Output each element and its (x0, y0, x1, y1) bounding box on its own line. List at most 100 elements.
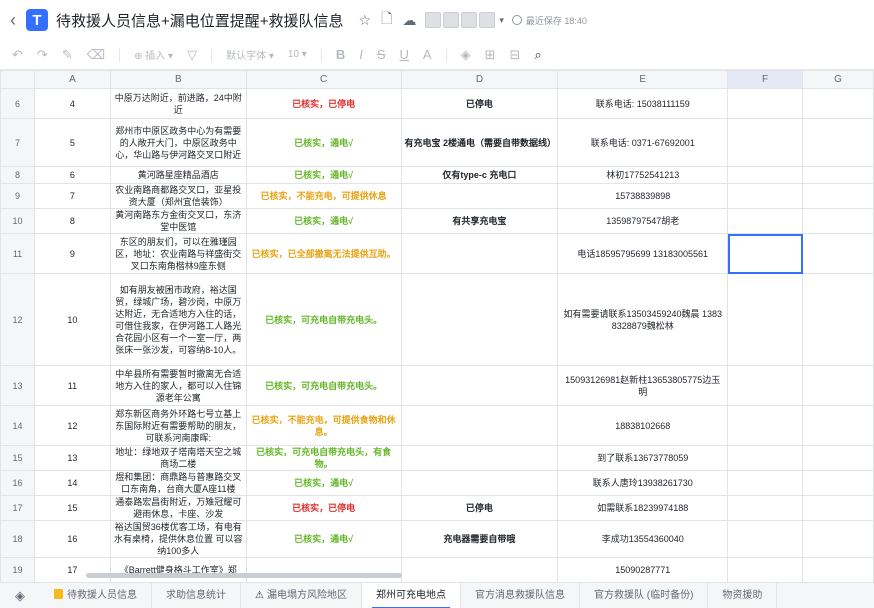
cell-g[interactable] (802, 405, 874, 446)
cell-c-status[interactable]: 已核实，通电√ (245, 208, 402, 234)
file-icon[interactable]: 🗋 (381, 8, 392, 32)
cell-a[interactable]: 15 (33, 495, 111, 521)
cell-g[interactable] (802, 557, 874, 582)
cell-e[interactable]: 电话18595795699 13183005561 (557, 233, 729, 274)
column-header[interactable]: G (802, 70, 874, 89)
column-header[interactable]: A (33, 70, 111, 89)
cell-f[interactable] (727, 118, 804, 167)
cell-e[interactable]: 联系电话: 0371-67692001 (557, 118, 729, 167)
cell-f[interactable] (727, 166, 804, 184)
cell-b[interactable]: 裕达国贸36楼优客工场，有电有水有桌椅，提供休息位置 可以容纳100多人 (109, 520, 247, 558)
column-header[interactable]: F (727, 70, 804, 89)
cell-d[interactable]: 仅有type-c 充电口 (400, 166, 559, 184)
sheet-tab[interactable]: 待救援人员信息 (40, 582, 152, 608)
cloud-icon[interactable]: ☁ (402, 12, 416, 29)
cell-e[interactable]: 如有需要请联系13503459240魏晨 13838328879魏松林 (557, 273, 729, 366)
cell-f[interactable] (727, 183, 804, 209)
cell-b[interactable]: 中原万达附近，前进路，24中附近 (109, 88, 247, 119)
cell-g[interactable] (802, 208, 874, 234)
redo-icon[interactable]: ↷ (37, 47, 48, 63)
chevron-down-icon[interactable]: ▾ (499, 15, 504, 26)
row-header[interactable]: 7 (0, 118, 35, 167)
sheet-tab[interactable]: 官方救援队 (临时备份) (580, 582, 709, 608)
font-family-select[interactable]: 默认字体 ▾ (226, 47, 274, 62)
cell-b[interactable]: 如有朋友被困市政府，裕达国贸，绿城广场，碧沙岗，中原万达附近，无合适地方入住的话… (109, 273, 247, 366)
cell-e[interactable]: 林初17752541213 (557, 166, 729, 184)
cell-b[interactable]: 中牟县所有需要暂时撤离无合适地方入住的家人，都可以入住锦源老年公寓 (109, 365, 247, 406)
clear-format-icon[interactable]: ⌫ (87, 47, 105, 63)
row-header[interactable]: 13 (0, 365, 35, 406)
cell-a[interactable]: 13 (33, 445, 111, 471)
cell-c-status[interactable]: 已核实，可充电自带充电头。 (245, 365, 402, 406)
cell-g[interactable] (802, 495, 874, 521)
cell-d[interactable] (400, 273, 559, 366)
cell-g[interactable] (802, 445, 874, 471)
horizontal-scrollbar[interactable] (86, 573, 402, 578)
bold-icon[interactable]: B (336, 47, 345, 62)
sheet-tab[interactable]: 官方消息救援队信息 (461, 582, 580, 608)
strikethrough-icon[interactable]: S (377, 47, 386, 62)
cell-b[interactable]: 《Barrett健身格斗工作室》郑 (109, 557, 247, 582)
cell-d[interactable] (400, 470, 559, 496)
cell-g[interactable] (802, 183, 874, 209)
cell-f[interactable] (727, 273, 804, 366)
cell-a[interactable]: 4 (33, 88, 111, 119)
search-icon[interactable]: ⌕ (534, 47, 541, 63)
cell-e[interactable]: 如需联系18239974188 (557, 495, 729, 521)
column-header[interactable]: E (557, 70, 729, 89)
row-header[interactable]: 18 (0, 520, 35, 558)
column-header[interactable]: B (109, 70, 247, 89)
row-header[interactable]: 8 (0, 166, 35, 184)
cell-c-status[interactable]: 已核实，通电√ (245, 166, 402, 184)
cell-d[interactable]: 已停电 (400, 495, 559, 521)
cell-e[interactable]: 联系人唐玲13938261730 (557, 470, 729, 496)
cell-e[interactable]: 13598797547胡老 (557, 208, 729, 234)
row-header[interactable]: 11 (0, 233, 35, 274)
cell-f[interactable] (727, 470, 804, 496)
cell-f[interactable] (727, 405, 804, 446)
row-header[interactable]: 9 (0, 183, 35, 209)
cell-f[interactable] (727, 88, 804, 119)
select-all-corner[interactable] (0, 70, 35, 89)
cell-e[interactable]: 联系电话: 15038111159 (557, 88, 729, 119)
row-header[interactable]: 15 (0, 445, 35, 471)
cell-g[interactable] (802, 233, 874, 274)
cell-e[interactable]: 15093126981赵新柱13653805775边玉明 (557, 365, 729, 406)
cell-c-status[interactable]: 已核实，可充电自带充电头。 (245, 273, 402, 366)
cell-a[interactable]: 9 (33, 233, 111, 274)
cell-e[interactable]: 15738839898 (557, 183, 729, 209)
cell-g[interactable] (802, 470, 874, 496)
cell-g[interactable] (802, 520, 874, 558)
cell-f[interactable] (727, 365, 804, 406)
column-header[interactable]: D (400, 70, 559, 89)
merge-cells-icon[interactable]: ⊟ (510, 47, 521, 63)
document-title[interactable]: 待救援人员信息+漏电位置提醒+救援队信息 (56, 10, 344, 31)
cell-d[interactable]: 有充电宝 2楼通电（需要自带数据线） (400, 118, 559, 167)
row-header[interactable]: 16 (0, 470, 35, 496)
cell-a[interactable]: 14 (33, 470, 111, 496)
cell-c-status[interactable]: 已核实，通电√ (245, 520, 402, 558)
collaborator-avatars[interactable]: ▾ (425, 12, 506, 28)
cell-a[interactable]: 8 (33, 208, 111, 234)
cell-b[interactable]: 黄河南路东方金街交叉口，东济堂中医馆 (109, 208, 247, 234)
cell-d[interactable]: 已停电 (400, 88, 559, 119)
cell-f[interactable] (727, 495, 804, 521)
cell-d[interactable]: 充电器需要自带哦 (400, 520, 559, 558)
cell-b[interactable]: 通泰路宏昌街附近，万雉冠耀可避雨休息，卡座、沙发 (109, 495, 247, 521)
selected-cell[interactable] (727, 233, 804, 274)
cell-b[interactable]: 郑州市中原区政务中心为有需要的人敞开大门，中原区政务中心，华山路与伊河路交叉口附… (109, 118, 247, 167)
cell-b[interactable]: 黄河路星座精品酒店 (109, 166, 247, 184)
cell-b[interactable]: 农业南路商都路交叉口，亚星投资大厦（郑州宜信装饰） (109, 183, 247, 209)
cell-f[interactable] (727, 557, 804, 582)
row-header[interactable]: 10 (0, 208, 35, 234)
cell-c-status[interactable]: 已核实，不能充电，可提供休息 (245, 183, 402, 209)
column-header[interactable]: C (245, 70, 402, 89)
cell-a[interactable]: 12 (33, 405, 111, 446)
cell-c-status[interactable]: 已核实，通电√ (245, 470, 402, 496)
cell-g[interactable] (802, 166, 874, 184)
cell-c-status[interactable]: 已核实，已全部撤离无法提供互助。 (245, 233, 402, 274)
cell-a[interactable]: 10 (33, 273, 111, 366)
row-header[interactable]: 14 (0, 405, 35, 446)
cell-c-status[interactable]: 已核实，可充电自带充电头，有食物。 (245, 445, 402, 471)
star-icon[interactable]: ☆ (359, 12, 372, 29)
